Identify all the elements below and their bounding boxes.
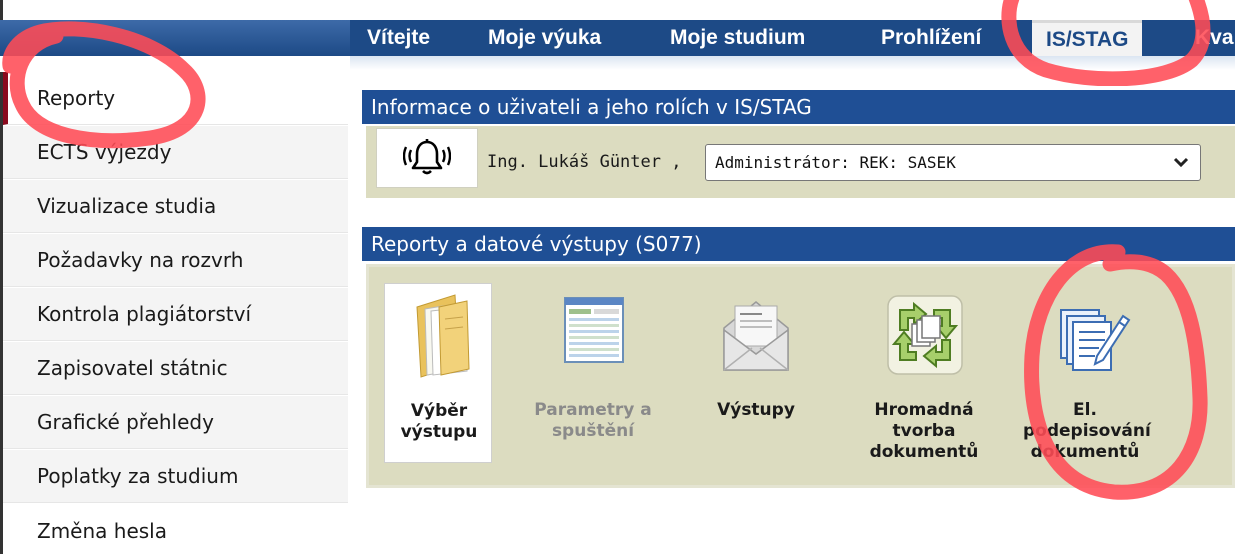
tab-is-stag[interactable]: IS/STAG — [1032, 20, 1143, 56]
sidebar-item-label: ECTS výjezdy — [37, 140, 172, 164]
reports-panel-title: Reporty a datové výstupy (S077) — [362, 227, 1235, 261]
role-select[interactable]: Administrátor: REK: SASEK — [705, 144, 1201, 181]
main-navigation: Vítejte Moje výuka Moje studium Prohlíže… — [0, 20, 1235, 56]
nav-underline — [0, 56, 1235, 70]
sidebar-item-reporty[interactable]: Reporty — [3, 72, 348, 125]
tile-label: Parametry a spuštění — [534, 400, 652, 441]
envelope-icon — [723, 301, 789, 371]
nav-left-fill — [0, 20, 350, 56]
tab-moje-vyuka[interactable]: Moje výuka — [488, 20, 601, 56]
sidebar-item-label: Vizualizace studia — [37, 194, 217, 218]
user-panel-title: Informace o uživateli a jeho rolích v IS… — [362, 90, 1235, 124]
sidebar-item-plagiatorstvi[interactable]: Kontrola plagiátorství — [3, 288, 348, 341]
sidebar-item-ects[interactable]: ECTS výjezdy — [3, 126, 348, 179]
folder-icon — [416, 294, 470, 378]
tile-parametry[interactable]: Parametry a spuštění — [534, 283, 652, 463]
batch-documents-icon — [887, 295, 963, 375]
reports-panel: Výběr výstupu Parametry a spuštění Výstu… — [366, 264, 1235, 488]
bell-ringing-icon — [403, 139, 451, 175]
user-name: Ing. Lukáš Günter , — [487, 152, 682, 172]
sidebar-item-pozadavky[interactable]: Požadavky na rozvrh — [3, 234, 348, 287]
sidebar-item-zapisovatel[interactable]: Zapisovatel státnic — [3, 342, 348, 395]
tab-vitejte[interactable]: Vítejte — [367, 20, 430, 56]
tile-label: Hromadná tvorba dokumentů — [869, 400, 979, 462]
sidebar: Reporty ECTS výjezdy Vizualizace studia … — [0, 72, 348, 554]
sidebar-item-label: Zapisovatel státnic — [37, 356, 228, 380]
tab-kvalifikace[interactable]: Kva — [1195, 20, 1234, 56]
tab-prohlizeni[interactable]: Prohlížení — [881, 20, 981, 56]
sidebar-item-label: Grafické přehledy — [37, 410, 214, 434]
tile-vystupy[interactable]: Výstupy — [702, 283, 810, 463]
tile-hromadna-tvorba[interactable]: Hromadná tvorba dokumentů — [870, 283, 978, 463]
tile-el-podepisovani[interactable]: El. podepisování dokumentů — [1023, 283, 1151, 463]
top-strip — [0, 0, 1235, 20]
tile-label: El. podepisování dokumentů — [1023, 400, 1151, 462]
tile-vyber-vystupu[interactable]: Výběr výstupu — [384, 283, 492, 463]
document-sign-icon — [1060, 309, 1131, 371]
tile-label: Výstupy — [717, 400, 795, 420]
chevron-down-icon — [1173, 157, 1189, 168]
tab-moje-studium[interactable]: Moje studium — [670, 20, 805, 56]
sidebar-item-vizualizace[interactable]: Vizualizace studia — [3, 180, 348, 233]
sidebar-item-graficke[interactable]: Grafické přehledy — [3, 396, 348, 449]
sidebar-item-label: Kontrola plagiátorství — [37, 302, 252, 326]
sidebar-item-poplatky[interactable]: Poplatky za studium — [3, 450, 348, 503]
role-select-value: Administrátor: REK: SASEK — [715, 153, 956, 172]
sidebar-item-zmena-hesla[interactable]: Změna hesla — [3, 504, 348, 554]
sidebar-item-label: Reporty — [37, 86, 116, 110]
sidebar-item-label: Poplatky za studium — [37, 464, 239, 488]
notifications-button[interactable] — [376, 128, 478, 188]
tile-label: Výběr výstupu — [400, 401, 478, 442]
sidebar-item-label: Požadavky na rozvrh — [37, 248, 244, 272]
sidebar-item-label: Změna hesla — [37, 518, 167, 543]
user-panel: Ing. Lukáš Günter , Administrátor: REK: … — [366, 126, 1235, 198]
spreadsheet-icon — [564, 297, 624, 363]
